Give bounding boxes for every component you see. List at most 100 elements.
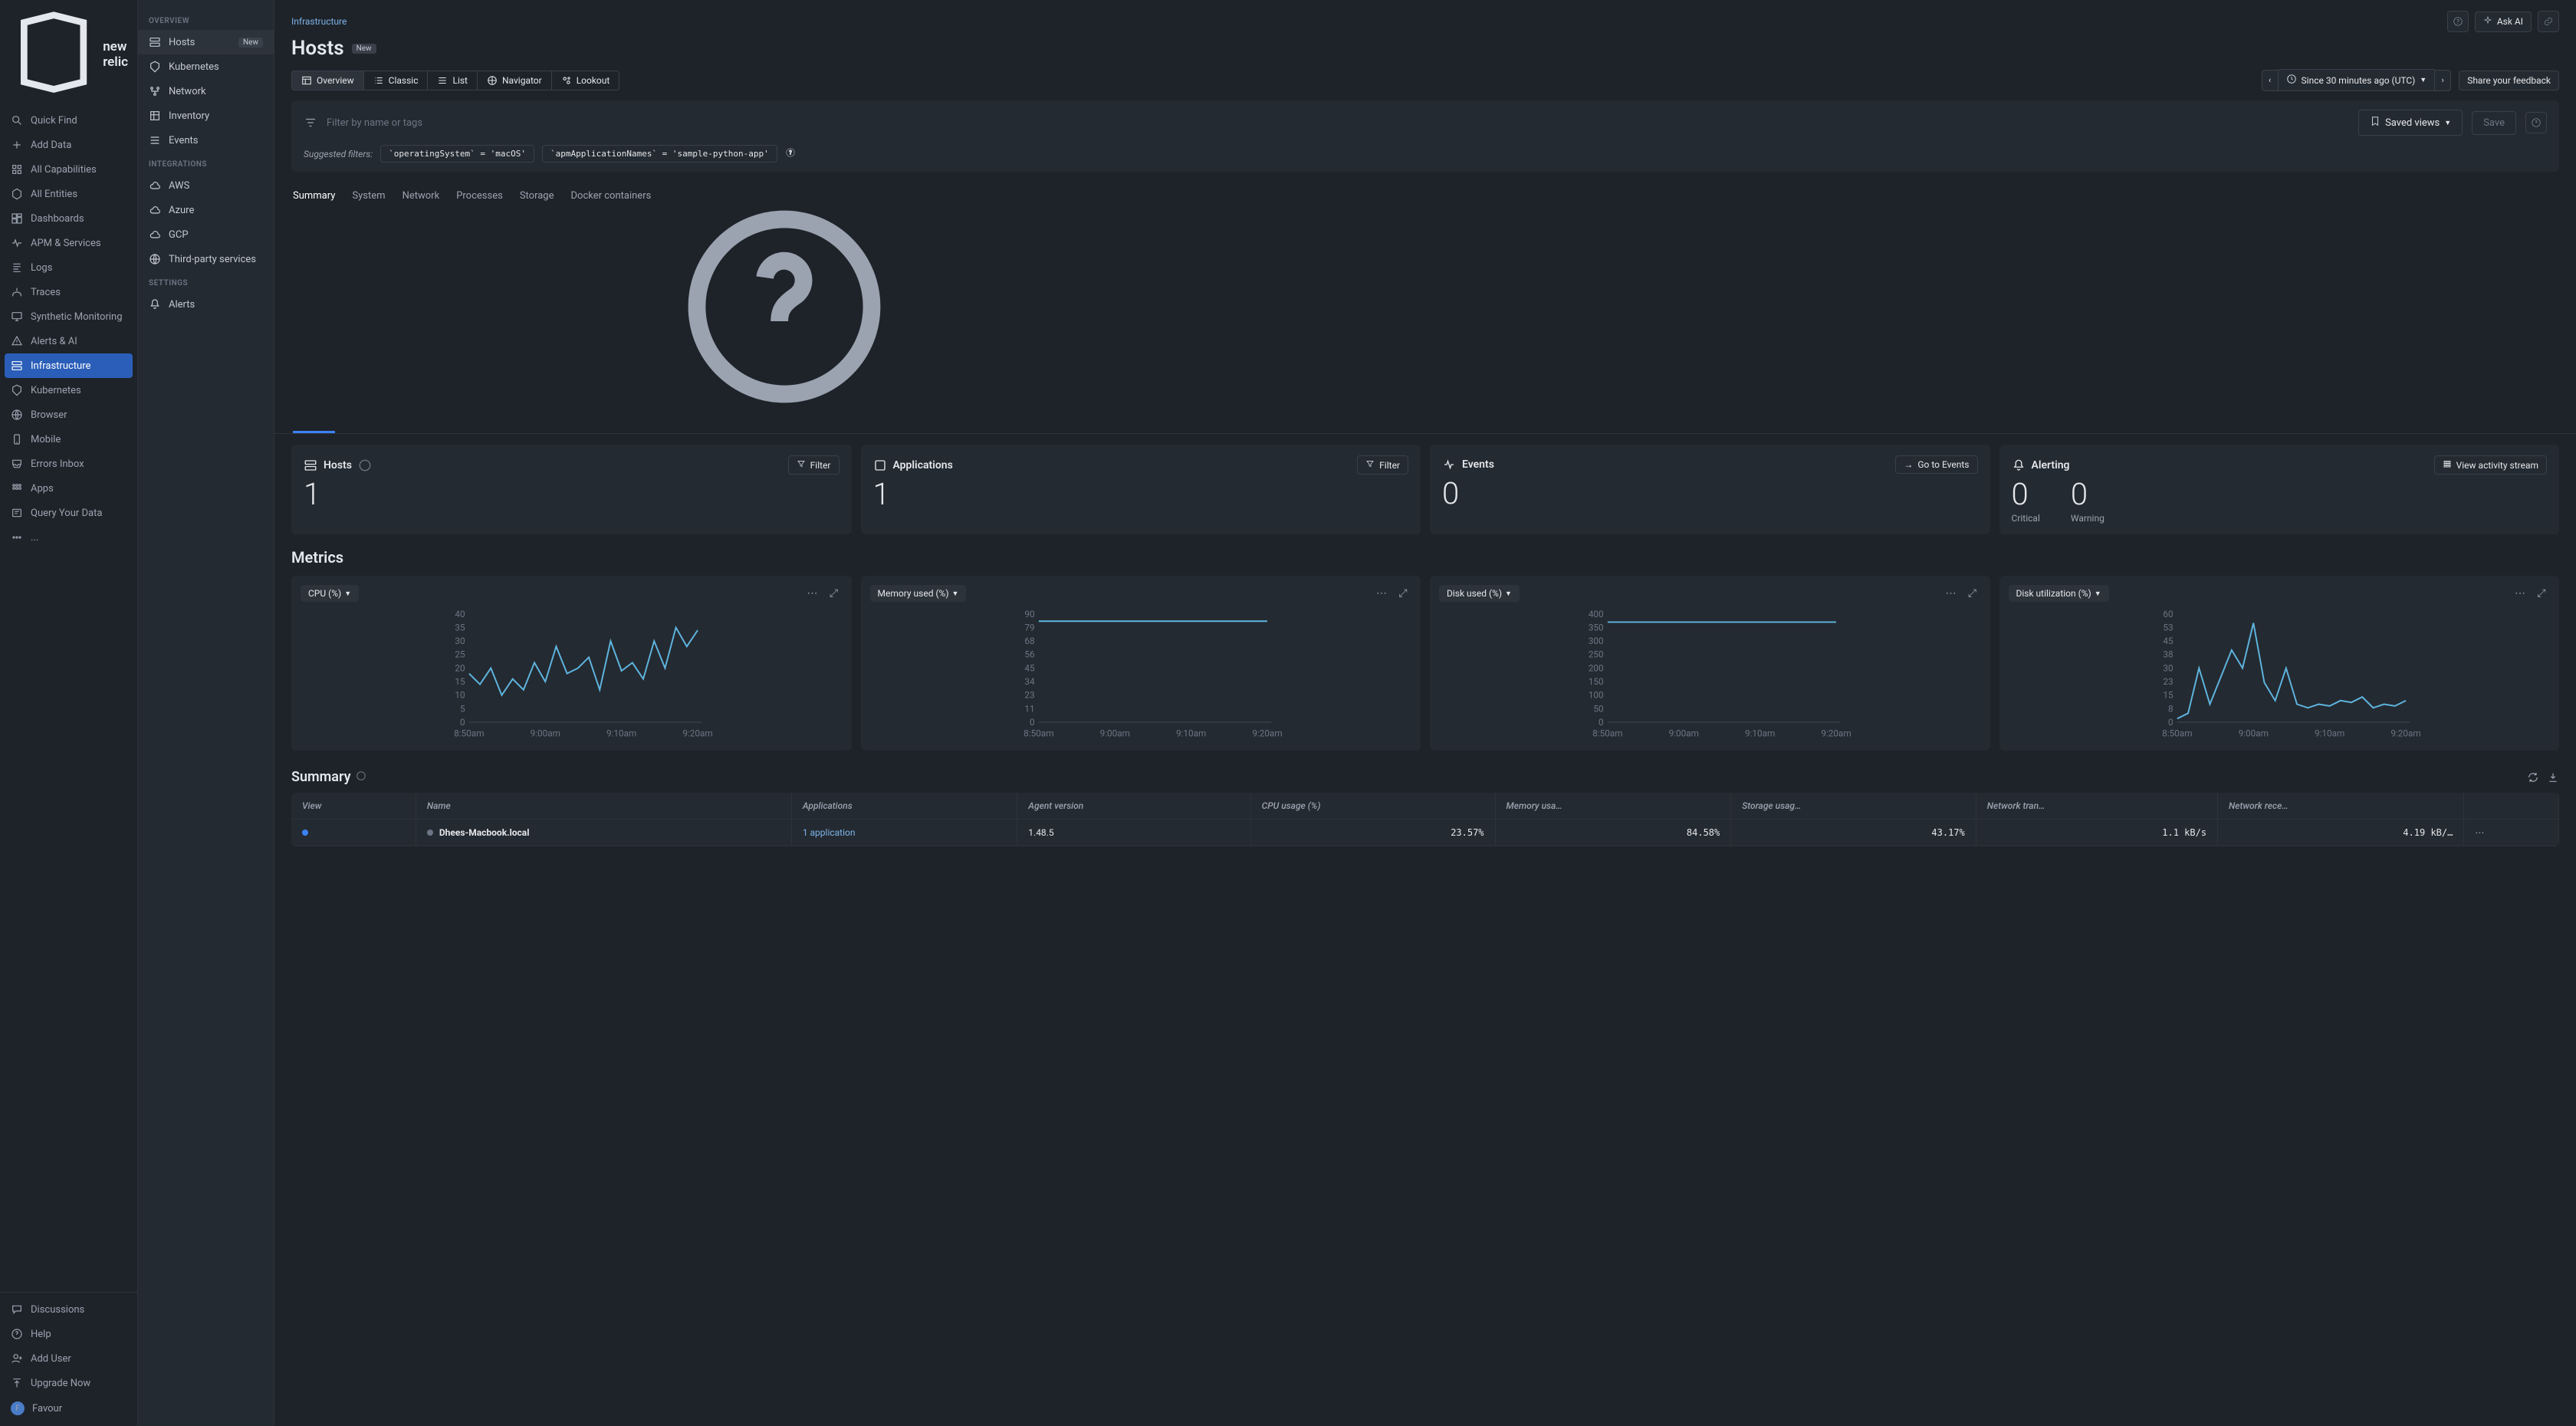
column-header[interactable]: Applications [791,793,1017,820]
nav-item-kubernetes[interactable]: Kubernetes [0,378,137,402]
nav-item-all-capabilities[interactable]: All Capabilities [0,157,137,182]
filter-help-icon[interactable] [2525,112,2547,133]
filter-button[interactable]: Filter [788,455,840,475]
nav-item-synthetic-monitoring[interactable]: Synthetic Monitoring [0,304,137,329]
chart-metric-select[interactable]: Disk utilization (%) ▼ [2009,585,2109,602]
nav-item-all-entities[interactable]: All Entities [0,182,137,206]
download-icon[interactable] [2547,770,2559,785]
filter-chip[interactable]: `operatingSystem` = 'macOS' [380,145,534,163]
breadcrumb[interactable]: Infrastructure [291,16,347,27]
save-button[interactable]: Save [2472,111,2516,135]
nav-item-mobile[interactable]: Mobile [0,427,137,452]
info-icon[interactable] [356,769,366,785]
brand-logo[interactable]: new relic [0,0,137,108]
nav-item-help[interactable]: Help [0,1322,137,1346]
subnav-item-events[interactable]: Events [138,128,274,153]
nav-item-favour[interactable]: FFavour [0,1395,137,1421]
nav-item-upgrade-now[interactable]: Upgrade Now [0,1371,137,1395]
column-header[interactable]: Network tran… [1976,793,2217,820]
nav-item-quick-find[interactable]: Quick Find [0,108,137,133]
chart-metric-select[interactable]: Memory used (%) ▼ [870,585,967,602]
tab-network[interactable]: Network [402,182,440,433]
column-header[interactable]: Memory usa… [1495,793,1731,820]
view-tab-navigator[interactable]: Navigator [478,71,552,90]
info-icon[interactable] [358,458,372,472]
subnav-item-alerts[interactable]: Alerts [138,292,274,317]
time-prev-button[interactable]: ‹ [2262,70,2279,91]
tab-summary[interactable]: Summary [293,182,335,433]
nav-item-query-your-data[interactable]: Query Your Data [0,501,137,525]
nav-item-infrastructure[interactable]: Infrastructure [5,353,133,378]
chart-menu-icon[interactable]: ⋯ [804,585,821,602]
nav-item-dashboards[interactable]: Dashboards [0,206,137,231]
chart-menu-icon[interactable]: ⋯ [2512,585,2528,602]
saved-views-button[interactable]: Saved views ▼ [2358,110,2463,136]
critical-label: Critical [2012,513,2040,524]
nav-item--[interactable]: ... [0,525,137,550]
expand-icon[interactable]: ⤢ [826,585,843,602]
chip-help-icon[interactable]: ? [785,147,796,160]
chart-menu-icon[interactable]: ⋯ [1943,585,1960,602]
view-tab-classic[interactable]: Classic [364,71,429,90]
applications-link[interactable]: 1 application [803,827,856,838]
chart-menu-icon[interactable]: ⋯ [1373,585,1390,602]
time-picker[interactable]: Since 30 minutes ago (UTC) ▼ [2279,69,2435,91]
nav-item-alerts-ai[interactable]: Alerts & AI [0,329,137,353]
column-header[interactable]: CPU usage (%) [1250,793,1495,820]
feedback-button[interactable]: Share your feedback [2459,71,2559,90]
filter-input[interactable] [327,117,2349,129]
chart-metric-select[interactable]: CPU (%) ▼ [301,585,359,602]
column-header[interactable]: Network rece… [2218,793,2464,820]
nav-item-traces[interactable]: Traces [0,280,137,304]
subnav-item-inventory[interactable]: Inventory [138,104,274,128]
table-row[interactable]: Dhees-Macbook.local 1 application 1.48.5… [291,820,2559,846]
view-tab-lookout[interactable]: Lookout [552,71,619,90]
expand-icon[interactable]: ⤢ [2533,585,2550,602]
nav-item-apm-services[interactable]: APM & Services [0,231,137,255]
chart-metric-select[interactable]: Disk used (%) ▼ [1439,585,1520,602]
subnav-item-aws[interactable]: AWS [138,173,274,198]
subnav-item-kubernetes[interactable]: Kubernetes [138,54,274,79]
column-header[interactable] [2464,793,2559,820]
expand-icon[interactable]: ⤢ [1395,585,1411,602]
refresh-icon[interactable] [2527,770,2539,785]
nav-item-apps[interactable]: Apps [0,476,137,501]
filter-button[interactable]: Filter [1357,455,1408,475]
svg-text:15: 15 [2163,690,2174,701]
expand-icon[interactable]: ⤢ [1964,585,1981,602]
tab-docker-containers[interactable]: Docker containers [571,182,652,433]
subnav-item-hosts[interactable]: HostsNew [138,30,274,54]
subnav-item-third-party-services[interactable]: Third-party services [138,247,274,271]
view-tab-list[interactable]: List [428,71,478,90]
cloud-icon [149,204,161,216]
svg-text:68: 68 [1024,636,1034,646]
filter-label: Filter [810,460,831,471]
ask-ai-button[interactable]: Ask AI [2475,12,2532,32]
subnav-item-gcp[interactable]: GCP [138,222,274,247]
view-tab-overview[interactable]: Overview [292,71,364,90]
tabs-help-icon[interactable] [668,415,901,426]
link-icon[interactable] [2538,11,2559,32]
tab-storage[interactable]: Storage [520,182,554,433]
subnav-item-azure[interactable]: Azure [138,198,274,222]
tab-processes[interactable]: Processes [456,182,503,433]
column-header[interactable]: Storage usag… [1731,793,1976,820]
help-icon[interactable] [2447,11,2469,32]
view-activity-button[interactable]: View activity stream [2434,455,2547,475]
filter-chip[interactable]: `apmApplicationNames` = 'sample-python-a… [542,145,777,163]
nav-item-add-user[interactable]: Add User [0,1346,137,1371]
subnav-item-network[interactable]: Network [138,79,274,104]
column-header[interactable]: Name [416,793,791,820]
nav-item-errors-inbox[interactable]: Errors Inbox [0,452,137,476]
nav-item-add-data[interactable]: Add Data [0,133,137,157]
nav-item-logs[interactable]: Logs [0,255,137,280]
nav-item-discussions[interactable]: Discussions [0,1297,137,1322]
column-header[interactable]: View [291,793,416,820]
nav-item-browser[interactable]: Browser [0,402,137,427]
ask-ai-label: Ask AI [2497,16,2523,27]
column-header[interactable]: Agent version [1017,793,1250,820]
tab-system[interactable]: System [352,182,385,433]
time-next-button[interactable]: › [2434,70,2451,91]
go-to-events-button[interactable]: → Go to Events [1895,455,1977,474]
row-menu-icon[interactable]: ⋯ [2475,827,2484,838]
